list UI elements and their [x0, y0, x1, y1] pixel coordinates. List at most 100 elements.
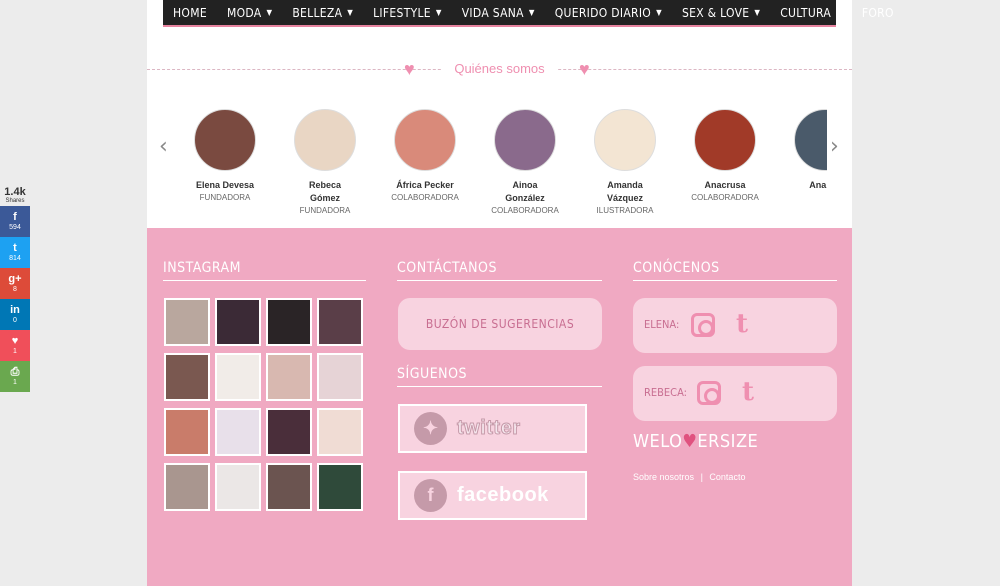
facebook-label: facebook [457, 484, 549, 506]
carousel-prev-arrow[interactable]: ‹ [159, 134, 168, 159]
about-title: Quiénes somos [147, 60, 852, 78]
heart-icon: ♥ [579, 59, 590, 79]
member-name: Ainoa González [505, 180, 545, 203]
suggestions-button[interactable]: BUZÓN DE SUGERENCIAS [398, 298, 602, 350]
share-button-count: 1 [13, 379, 17, 386]
avatar [194, 109, 256, 171]
elena-label: ELENA: [644, 318, 680, 331]
share-button-count: 814 [9, 255, 21, 262]
nav-vida-sana[interactable]: VIDA SANA ▼ [462, 6, 535, 20]
instagram-thumbnail[interactable] [164, 463, 210, 511]
instagram-thumbnail[interactable] [317, 463, 363, 511]
instagram-thumbnail[interactable] [215, 408, 261, 456]
member-card[interactable]: Ainoa González COLABORADORA [475, 109, 575, 216]
instagram-thumbnail[interactable] [266, 408, 312, 456]
member-card[interactable]: Elena Devesa FUNDADORA [175, 109, 275, 203]
twitter-bird-icon: ✦ [414, 412, 447, 445]
member-card[interactable]: Amanda Vázquez ILUSTRADORA [575, 109, 675, 216]
chevron-down-icon: ▼ [754, 8, 761, 17]
heart-icon: ♥ [11, 335, 19, 347]
main-nav: HOME MODA ▼ BELLEZA ▼ LIFESTYLE ▼ VIDA SANA… [163, 0, 893, 27]
member-role: COLABORADORA [691, 193, 759, 202]
instagram-icon[interactable] [691, 313, 715, 337]
share-button-count: 594 [9, 224, 21, 231]
chevron-down-icon: ▼ [435, 8, 442, 17]
member-name: Elena Devesa [195, 180, 255, 190]
instagram-title: INSTAGRAM [163, 260, 366, 281]
print-share-button[interactable]: ⎙ 1 [0, 361, 30, 392]
member-card[interactable]: Rebeca Gómez FUNDADORA [275, 109, 375, 216]
google-plus-icon: g+ [8, 273, 22, 285]
instagram-icon[interactable] [697, 381, 721, 405]
nav-foro[interactable]: FORO [862, 6, 894, 20]
member-role: COLABORADORA [391, 193, 459, 202]
member-role: FUNDADORA [299, 206, 351, 215]
rebeca-label: REBECA: [644, 386, 687, 399]
googleplus-share-button[interactable]: g+ 8 [0, 268, 30, 299]
linkedin-icon: in [10, 304, 20, 316]
avatar [694, 109, 756, 171]
instagram-thumbnail[interactable] [266, 353, 312, 401]
chevron-down-icon: ▼ [656, 8, 662, 17]
twitter-share-button[interactable]: t 814 [0, 237, 30, 268]
member-card[interactable]: Anacrusa COLABORADORA [675, 109, 775, 203]
instagram-thumbnail[interactable] [317, 353, 363, 401]
instagram-thumbnail[interactable] [164, 353, 210, 401]
nav-cultura[interactable]: CULTURA ▼ [780, 6, 842, 20]
member-name: África Pecker [396, 180, 454, 190]
about-us-link[interactable]: Sobre nosotros [633, 472, 694, 482]
avatar [294, 109, 356, 171]
instagram-thumbnail[interactable] [317, 298, 363, 346]
instagram-thumbnail[interactable] [266, 298, 312, 346]
facebook-share-button[interactable]: f 594 [0, 206, 30, 237]
nav-sex-love[interactable]: SEX & LOVE ▼ [682, 6, 760, 20]
nav-lifestyle[interactable]: LIFESTYLE ▼ [373, 6, 442, 20]
nav-querido-diario[interactable]: QUERIDO DIARIO ▼ [555, 6, 662, 20]
avatar [794, 109, 827, 171]
member-card[interactable]: África Pecker COLABORADORA [375, 109, 475, 203]
chevron-down-icon: ▼ [528, 8, 535, 17]
avatar [494, 109, 556, 171]
share-label: Shares [5, 198, 25, 204]
twitter-bird-icon: t [13, 242, 17, 254]
like-share-button[interactable]: ♥ 1 [0, 330, 30, 361]
elena-card: ELENA: t [633, 298, 837, 353]
share-button-count: 0 [13, 317, 17, 324]
footer: INSTAGRAM CONTÁCTANOS BUZÓN DE SUGERENCI… [147, 228, 852, 586]
footer-links: Sobre nosotros | Contacto [633, 472, 749, 482]
chevron-down-icon: ▼ [266, 8, 273, 17]
member-card[interactable]: Ana Ga [775, 109, 827, 192]
nav-belleza[interactable]: BELLEZA ▼ [292, 6, 353, 20]
print-icon: ⎙ [10, 366, 20, 378]
tumblr-icon[interactable]: t [742, 377, 754, 407]
instagram-thumbnail[interactable] [164, 408, 210, 456]
facebook-icon: f [414, 479, 447, 512]
share-button-count: 8 [13, 286, 17, 293]
instagram-thumbnail[interactable] [215, 353, 261, 401]
link-separator: | [700, 472, 703, 482]
linkedin-share-button[interactable]: in 0 [0, 299, 30, 330]
site-logo[interactable]: WELO♥ERSIZE [633, 431, 758, 452]
contact-link[interactable]: Contacto [709, 472, 745, 482]
instagram-thumbnail[interactable] [164, 298, 210, 346]
meet-title: CONÓCENOS [633, 260, 837, 281]
instagram-thumbnail[interactable] [215, 298, 261, 346]
carousel-next-arrow[interactable]: › [830, 134, 839, 159]
share-sidebar: 1.4k Shares f 594 t 814 g+ 8 in 0 ♥ 1 ⎙ 1 [0, 186, 30, 392]
member-name: Anacrusa [704, 180, 746, 190]
contact-title: CONTÁCTANOS [397, 260, 602, 281]
instagram-thumbnail[interactable] [215, 463, 261, 511]
share-button-count: 1 [13, 348, 17, 355]
tumblr-icon[interactable]: t [736, 309, 748, 339]
nav-moda[interactable]: MODA ▼ [227, 6, 272, 20]
facebook-button[interactable]: f facebook [398, 471, 587, 520]
member-name: Ana Ga [809, 180, 827, 190]
nav-home[interactable]: HOME [173, 6, 207, 20]
share-count: 1.4k [4, 186, 26, 198]
member-role: FUNDADORA [199, 193, 251, 202]
instagram-thumbnail[interactable] [266, 463, 312, 511]
heart-icon: ♥ [682, 431, 698, 452]
page-column: HOME MODA ▼ BELLEZA ▼ LIFESTYLE ▼ VIDA SANA… [147, 0, 893, 586]
twitter-button[interactable]: ✦ twitter [398, 404, 587, 453]
instagram-thumbnail[interactable] [317, 408, 363, 456]
